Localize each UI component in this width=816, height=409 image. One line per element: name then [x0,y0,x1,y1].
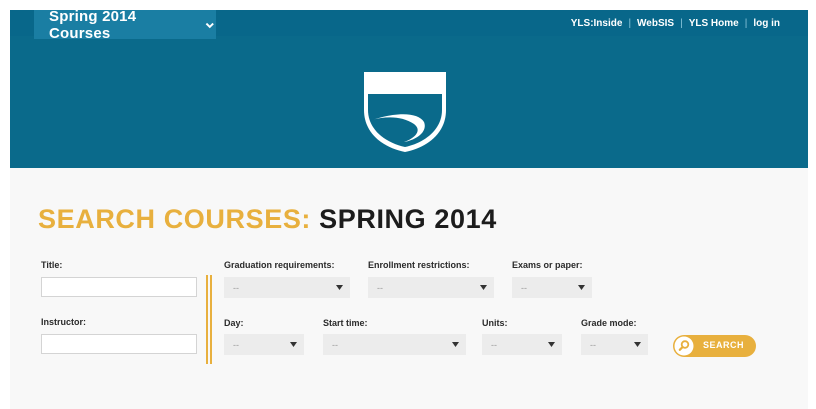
search-button-label: SEARCH [703,340,745,350]
units-label: Units: [482,318,508,328]
graduation-requirements-select[interactable]: -- [224,277,350,298]
search-button[interactable]: SEARCH [673,335,756,357]
link-yls-home[interactable]: YLS Home [689,18,739,29]
grade-mode-label: Grade mode: [581,318,637,328]
graduation-requirements-label: Graduation requirements: [224,260,335,270]
search-icon [674,336,694,356]
link-separator: | [628,17,632,29]
caret-down-icon [634,342,641,347]
caret-down-icon [452,342,459,347]
caret-down-icon [336,285,343,290]
day-label: Day: [224,318,244,328]
term-selector-button[interactable]: Spring 2014 Courses [34,10,216,42]
units-select[interactable]: -- [482,334,562,355]
day-select[interactable]: -- [224,334,304,355]
instructor-label: Instructor: [41,317,86,327]
start-time-select[interactable]: -- [323,334,466,355]
title-input[interactable] [41,277,197,297]
caret-down-icon [548,342,555,347]
yls-courses-logo[interactable]: YLS:COURSES [360,72,450,152]
page-title: SEARCH COURSES: SPRING 2014 [38,204,497,235]
link-websis[interactable]: WebSIS [637,18,674,29]
grade-mode-select[interactable]: -- [581,334,648,355]
exams-or-paper-value: -- [521,282,527,293]
enrollment-restrictions-value: -- [377,282,383,293]
link-log-in[interactable]: log in [753,18,780,29]
caret-down-icon [578,285,585,290]
logo-text: YLS:COURSES [368,79,442,90]
divider-line [210,275,212,364]
instructor-input[interactable] [41,334,197,354]
caret-down-icon [290,342,297,347]
top-bar: Spring 2014 Courses YLS:Inside | WebSIS … [10,10,808,42]
header-banner: Spring 2014 Courses YLS:Inside | WebSIS … [10,10,808,168]
enrollment-restrictions-select[interactable]: -- [368,277,494,298]
start-time-value: -- [332,339,338,350]
grade-mode-value: -- [590,339,596,350]
link-separator: | [744,17,748,29]
start-time-label: Start time: [323,318,368,328]
page-shell: Spring 2014 Courses YLS:Inside | WebSIS … [10,10,808,409]
chevron-down-icon [206,22,215,28]
divider-line [206,275,208,364]
day-value: -- [233,339,239,350]
graduation-requirements-value: -- [233,282,239,293]
enrollment-restrictions-label: Enrollment restrictions: [368,260,470,270]
link-yls-inside[interactable]: YLS:Inside [571,18,623,29]
exams-or-paper-label: Exams or paper: [512,260,583,270]
top-links: YLS:Inside | WebSIS | YLS Home | log in [571,10,780,36]
title-label: Title: [41,260,63,270]
units-value: -- [491,339,497,350]
link-separator: | [680,17,683,29]
page-title-prefix: SEARCH COURSES: [38,204,312,234]
exams-or-paper-select[interactable]: -- [512,277,592,298]
term-selector-label: Spring 2014 Courses [49,10,137,42]
page-title-term: SPRING 2014 [319,204,497,234]
caret-down-icon [480,285,487,290]
